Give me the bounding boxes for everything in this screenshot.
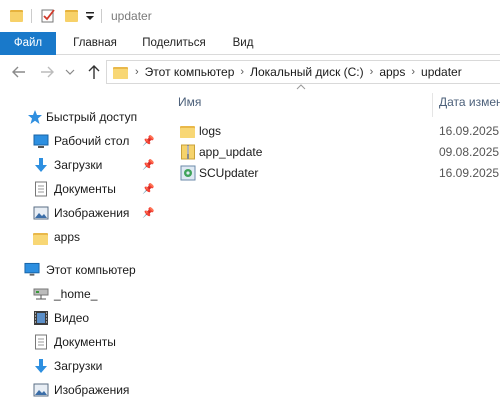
nav-item-documents-pc[interactable]: Документы [0, 330, 165, 354]
desktop-icon [33, 134, 49, 148]
breadcrumb-updater[interactable]: updater [421, 65, 462, 79]
nav-item-pictures-pc[interactable]: Изображения [0, 378, 165, 397]
pin-icon[interactable]: 📌 [142, 136, 154, 147]
breadcrumb-apps[interactable]: apps [379, 65, 405, 79]
pin-icon[interactable]: 📌 [142, 184, 154, 195]
folder-icon [180, 124, 196, 138]
ribbon-tabs: Файл Главная Поделиться Вид [0, 32, 500, 55]
nav-item-label: Видео [54, 311, 90, 325]
new-folder-icon[interactable] [65, 10, 78, 22]
chevron-right-icon[interactable]: › [129, 66, 145, 78]
nav-item-label: Загрузки [54, 359, 103, 373]
properties-icon[interactable] [41, 8, 56, 23]
nav-item-downloads-pc[interactable]: Загрузки [0, 354, 165, 378]
pin-icon[interactable]: 📌 [142, 160, 154, 171]
file-list: Имя Дата измен logs 16.09.2025 1 app_upd… [170, 84, 500, 397]
forward-button[interactable] [38, 63, 56, 81]
pictures-icon [33, 383, 49, 397]
file-row-app-update[interactable]: app_update 09.08.2025 1 [170, 142, 500, 163]
column-header-date[interactable]: Дата измен [439, 89, 500, 115]
nav-item-desktop[interactable]: Рабочий стол 📌 [0, 129, 165, 153]
up-arrow-icon [88, 65, 100, 79]
nav-item-apps[interactable]: apps [0, 225, 165, 249]
nav-item-this-pc[interactable]: Этот компьютер [0, 258, 165, 282]
breadcrumb-this-pc[interactable]: Этот компьютер [145, 65, 235, 79]
file-row-scupdater[interactable]: SCUpdater 16.09.2025 1 [170, 163, 500, 184]
breadcrumb-local-disk[interactable]: Локальный диск (C:) [250, 65, 364, 79]
file-date: 16.09.2025 1 [439, 124, 500, 138]
nav-item-videos[interactable]: Видео [0, 306, 165, 330]
chevron-right-icon[interactable]: › [405, 66, 421, 78]
tab-file[interactable]: Файл [0, 32, 56, 55]
separator [101, 9, 102, 23]
nav-item-label: _home_ [54, 287, 98, 301]
sort-ascending-icon [296, 83, 306, 94]
column-header-name[interactable]: Имя [178, 89, 201, 115]
pictures-icon [33, 206, 49, 220]
up-button[interactable] [85, 63, 103, 81]
nav-item-label: Изображения [54, 383, 130, 397]
chevron-right-icon[interactable]: › [234, 66, 250, 78]
address-bar[interactable]: › Этот компьютер › Локальный диск (C:) ›… [106, 60, 500, 84]
nav-item-documents[interactable]: Документы 📌 [0, 177, 165, 201]
folder-icon [113, 65, 129, 79]
folder-icon [33, 231, 49, 245]
nav-item-label: Быстрый доступ [46, 110, 138, 124]
download-arrow-icon [35, 359, 47, 373]
nav-item-home-share[interactable]: _home_ [0, 282, 165, 306]
star-icon [28, 110, 42, 124]
document-icon [35, 181, 47, 197]
tab-view[interactable]: Вид [224, 32, 262, 55]
document-icon [35, 334, 47, 350]
nav-item-label: Этот компьютер [46, 263, 136, 277]
video-icon [34, 311, 48, 325]
folder-icon [10, 10, 23, 22]
nav-item-label: Изображения [54, 206, 130, 220]
nav-item-label: Рабочий стол [54, 134, 130, 148]
nav-item-label: Документы [54, 335, 116, 349]
back-arrow-icon [12, 66, 25, 78]
file-name: logs [199, 124, 222, 138]
customize-toolbar-icon[interactable] [85, 10, 95, 22]
file-row-logs[interactable]: logs 16.09.2025 1 [170, 121, 500, 142]
chevron-down-icon [65, 69, 75, 75]
forward-arrow-icon [41, 66, 54, 78]
zip-archive-icon [181, 144, 195, 160]
back-button[interactable] [10, 63, 28, 81]
nav-item-label: apps [54, 230, 81, 244]
separator [31, 9, 32, 23]
pin-icon[interactable]: 📌 [142, 208, 154, 219]
navigation-bar: › Этот компьютер › Локальный диск (C:) ›… [0, 55, 500, 89]
file-date: 16.09.2025 1 [439, 166, 500, 180]
navigation-pane: Быстрый доступ Рабочий стол 📌 Загрузки 📌… [0, 89, 165, 397]
nav-item-label: Документы [54, 182, 116, 196]
download-arrow-icon [35, 158, 47, 172]
title-bar: updater [0, 0, 500, 32]
file-date: 09.08.2025 1 [439, 145, 500, 159]
window-title: updater [111, 9, 152, 23]
nav-item-pictures[interactable]: Изображения 📌 [0, 201, 165, 225]
file-name: SCUpdater [199, 166, 259, 180]
network-drive-icon [33, 288, 49, 300]
recent-locations-button[interactable] [64, 63, 76, 81]
column-divider[interactable] [432, 93, 433, 117]
application-icon [180, 165, 196, 181]
chevron-right-icon[interactable]: › [364, 66, 380, 78]
file-name: app_update [199, 145, 263, 159]
nav-item-downloads[interactable]: Загрузки 📌 [0, 153, 165, 177]
computer-icon [24, 262, 40, 276]
tab-home[interactable]: Главная [66, 32, 124, 55]
tab-share[interactable]: Поделиться [136, 32, 212, 55]
nav-item-label: Загрузки [54, 158, 103, 172]
nav-item-quick-access[interactable]: Быстрый доступ [0, 105, 165, 129]
